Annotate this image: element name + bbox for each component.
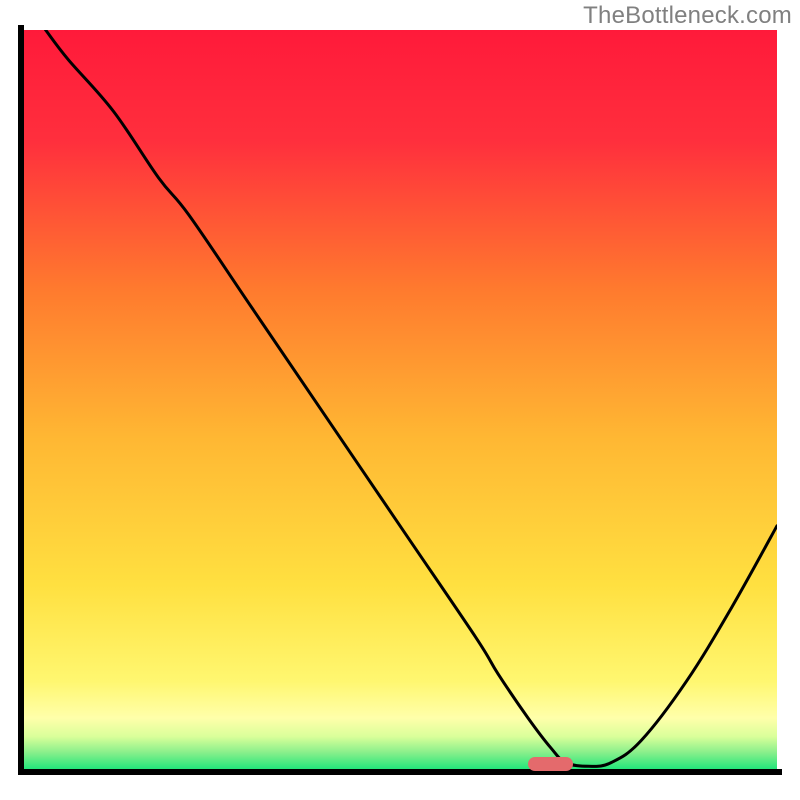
watermark-label: TheBottleneck.com xyxy=(583,2,792,30)
y-axis xyxy=(18,25,24,775)
chart-container: TheBottleneck.com xyxy=(0,0,800,800)
x-axis xyxy=(18,769,782,775)
gradient-background xyxy=(23,30,777,770)
optimal-marker xyxy=(528,757,573,770)
plot-area xyxy=(23,30,777,770)
